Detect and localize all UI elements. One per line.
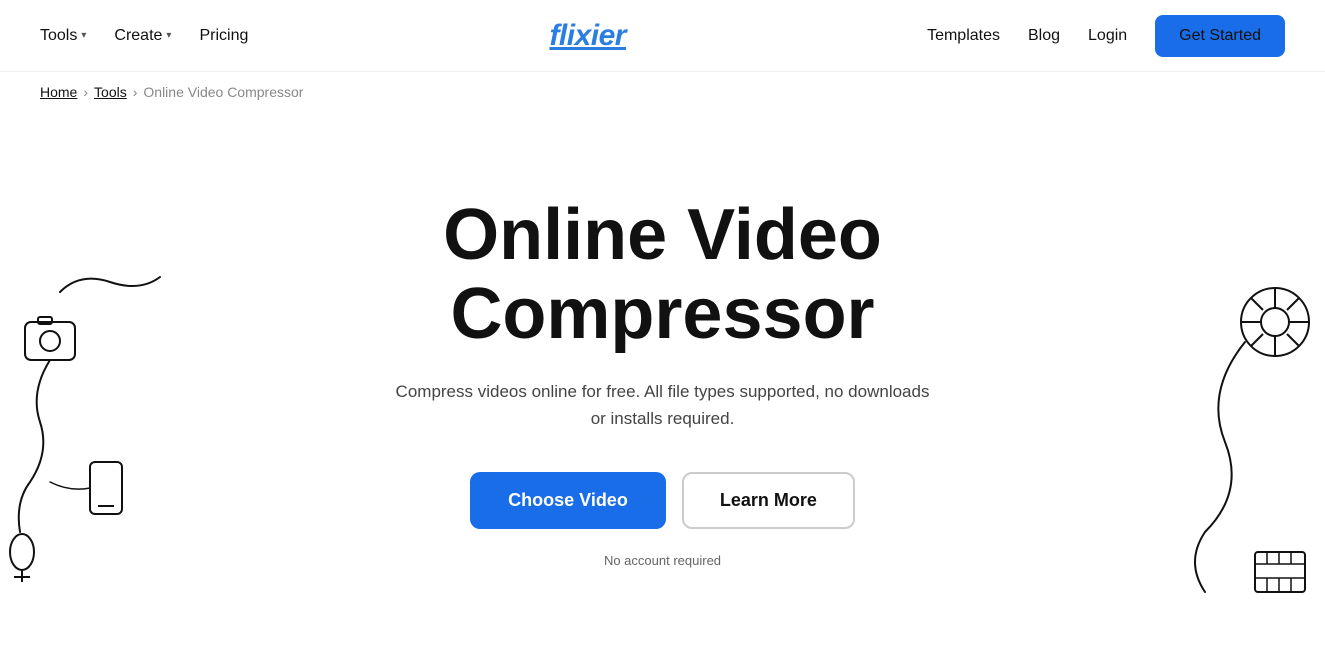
hero-cta: Choose Video Learn More No account requi… xyxy=(470,472,855,568)
pricing-link[interactable]: Pricing xyxy=(199,27,248,45)
breadcrumb-sep2: › xyxy=(133,84,138,100)
choose-video-button[interactable]: Choose Video xyxy=(470,472,666,529)
tools-chevron: ▾ xyxy=(81,30,86,41)
hero-title: Online Video Compressor xyxy=(313,196,1013,354)
navbar: Tools ▾ Create ▾ Pricing flixier Templat… xyxy=(0,0,1325,72)
logo[interactable]: flixier xyxy=(549,19,626,53)
breadcrumb-tools[interactable]: Tools xyxy=(94,84,127,100)
nav-left: Tools ▾ Create ▾ Pricing xyxy=(40,27,248,45)
breadcrumb: Home › Tools › Online Video Compressor xyxy=(0,72,1325,112)
login-link[interactable]: Login xyxy=(1088,27,1127,45)
nav-right: Templates Blog Login Get Started xyxy=(927,15,1285,57)
breadcrumb-sep1: › xyxy=(83,84,88,100)
get-started-button[interactable]: Get Started xyxy=(1155,15,1285,57)
create-menu[interactable]: Create ▾ xyxy=(114,27,171,45)
hero-subtitle: Compress videos online for free. All fil… xyxy=(393,378,933,432)
tools-menu[interactable]: Tools ▾ xyxy=(40,27,86,45)
breadcrumb-home[interactable]: Home xyxy=(40,84,77,100)
hero-buttons-row: Choose Video Learn More xyxy=(470,472,855,529)
breadcrumb-current: Online Video Compressor xyxy=(143,84,303,100)
blog-link[interactable]: Blog xyxy=(1028,27,1060,45)
learn-more-button[interactable]: Learn More xyxy=(682,472,855,529)
create-chevron: ▾ xyxy=(166,30,171,41)
hero-section: Online Video Compressor Compress videos … xyxy=(0,112,1325,672)
no-account-label: No account required xyxy=(604,553,721,568)
templates-link[interactable]: Templates xyxy=(927,27,1000,45)
tools-label: Tools xyxy=(40,27,77,45)
deco-right-illustration xyxy=(1105,252,1325,612)
create-label: Create xyxy=(114,27,162,45)
deco-left-illustration xyxy=(0,262,200,582)
